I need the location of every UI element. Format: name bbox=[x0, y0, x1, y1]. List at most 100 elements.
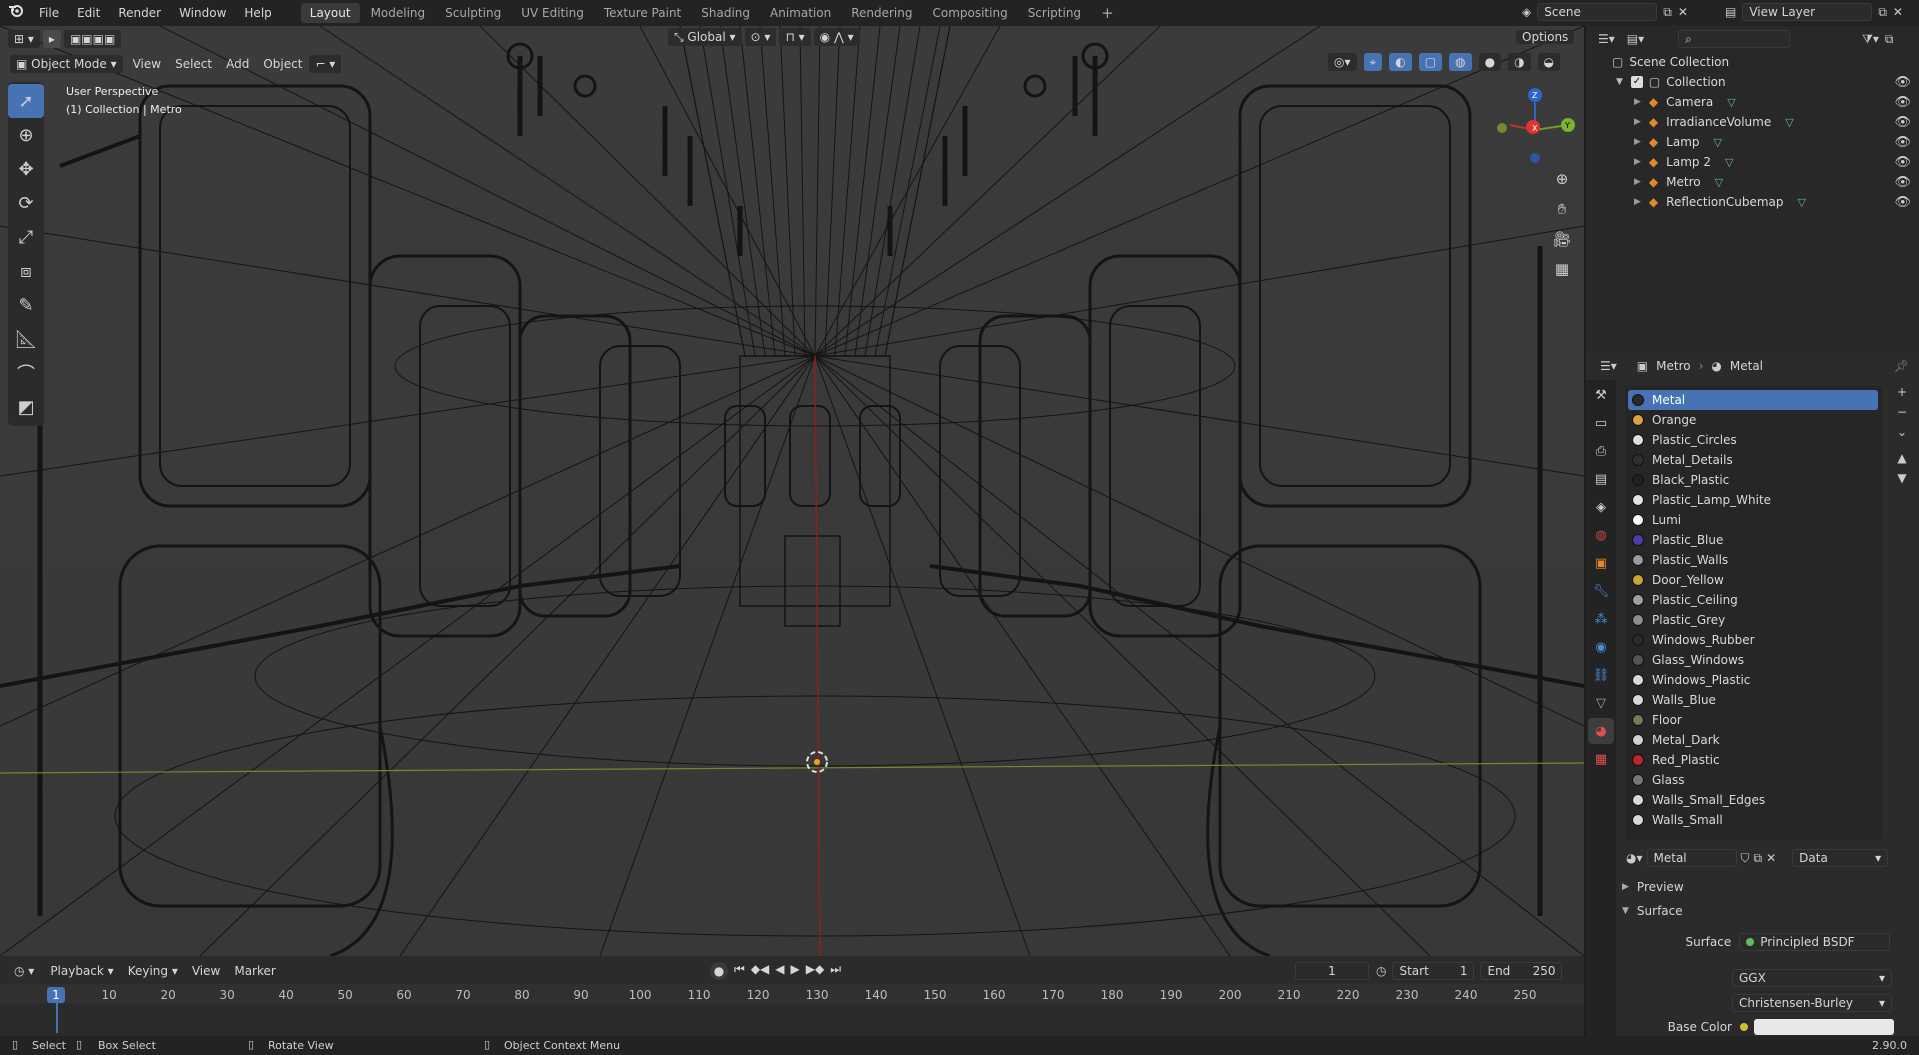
browse-material-icon[interactable]: ◕▾ bbox=[1626, 851, 1643, 865]
material-slot[interactable]: Black_Plastic bbox=[1628, 470, 1878, 490]
camera-view-icon[interactable]: 🎥︎ bbox=[1550, 230, 1574, 260]
3d-viewport[interactable] bbox=[0, 26, 1584, 956]
move-tool[interactable]: ✥ bbox=[8, 152, 44, 186]
transform-orientation-dropdown[interactable]: ⤡ Global ▾ bbox=[668, 28, 742, 46]
material-slot[interactable]: Plastic_Circles bbox=[1628, 430, 1878, 450]
wireframe-shading-icon[interactable]: ◍ bbox=[1449, 53, 1472, 71]
xray-toggle-icon[interactable]: ▢ bbox=[1418, 53, 1443, 71]
gpencil-icon[interactable]: ⌐ ▾ bbox=[309, 55, 342, 73]
menu-help[interactable]: Help bbox=[235, 0, 280, 26]
material-slot[interactable]: Glass_Windows bbox=[1628, 650, 1878, 670]
material-slot[interactable]: Walls_Small_Edges bbox=[1628, 790, 1878, 810]
annotate-tool[interactable]: ✎ bbox=[8, 288, 44, 322]
outliner-collection[interactable]: ▼ ✓ ▢ Collection 👁︎ bbox=[1586, 72, 1919, 92]
add-cube-tool[interactable]: ⌒ bbox=[8, 356, 44, 390]
material-tab-icon[interactable]: ◕ bbox=[1588, 718, 1614, 744]
timeline-menu-keying[interactable]: Keying ▾ bbox=[121, 962, 185, 980]
modifier-tab-icon[interactable]: 🔧︎ bbox=[1588, 578, 1614, 604]
tab-sculpting[interactable]: Sculpting bbox=[436, 3, 510, 23]
jump-end-icon[interactable]: ⏭︎ bbox=[830, 962, 841, 980]
view-layer-field[interactable]: View Layer bbox=[1742, 3, 1873, 21]
expand-icon[interactable]: ▶ bbox=[1634, 117, 1641, 127]
subsurface-method-dropdown[interactable]: Christensen-Burley ▾ bbox=[1732, 994, 1892, 1012]
start-frame-field[interactable]: Start 1 bbox=[1392, 962, 1475, 980]
expand-icon[interactable]: ▶ bbox=[1634, 197, 1641, 207]
visibility-eye-icon[interactable]: 👁︎ bbox=[1894, 135, 1911, 150]
material-slot[interactable]: Metal_Dark bbox=[1628, 730, 1878, 750]
tab-modeling[interactable]: Modeling bbox=[362, 3, 435, 23]
tab-uv-editing[interactable]: UV Editing bbox=[512, 3, 593, 23]
tab-texture-paint[interactable]: Texture Paint bbox=[595, 3, 690, 23]
remove-slot-icon[interactable]: − bbox=[1892, 405, 1912, 425]
select-box-tool[interactable]: ➚ bbox=[8, 84, 44, 118]
record-icon[interactable]: ● bbox=[710, 962, 728, 980]
overlay-toggle-icon[interactable]: ◐ bbox=[1389, 53, 1412, 71]
tab-layout[interactable]: Layout bbox=[300, 3, 360, 23]
base-color-swatch[interactable] bbox=[1754, 1019, 1894, 1035]
proportional-edit-icon[interactable]: ◉ ⋀ ▾ bbox=[813, 28, 860, 46]
data-tab-icon[interactable]: ▽ bbox=[1588, 690, 1614, 716]
tab-shading[interactable]: Shading bbox=[692, 3, 759, 23]
material-slot[interactable]: Plastic_Blue bbox=[1628, 530, 1878, 550]
material-slot[interactable]: Orange bbox=[1628, 410, 1878, 430]
outliner-search-input[interactable]: ⌕ bbox=[1678, 30, 1791, 48]
surface-panel-header[interactable]: ▼ Surface bbox=[1622, 904, 1912, 918]
object-mode-dropdown[interactable]: ▣ Object Mode ▾ bbox=[10, 55, 123, 73]
material-slot[interactable]: Door_Yellow bbox=[1628, 570, 1878, 590]
solid-shading-icon[interactable]: ● bbox=[1478, 53, 1502, 71]
unlink-material-icon[interactable]: ✕ bbox=[1766, 851, 1776, 865]
material-slot[interactable]: Plastic_Grey bbox=[1628, 610, 1878, 630]
outliner-item[interactable]: ▶ ◆ Lamp 2 ▽ 👁︎ bbox=[1586, 152, 1919, 172]
material-slot[interactable]: Floor bbox=[1628, 710, 1878, 730]
breadcrumb-object[interactable]: Metro bbox=[1656, 359, 1690, 373]
material-slot[interactable]: Metal_Details bbox=[1628, 450, 1878, 470]
rotate-tool[interactable]: ⟳ bbox=[8, 186, 44, 220]
add-plane-tool[interactable]: ◩ bbox=[8, 390, 44, 424]
viewport-menu-object[interactable]: Object bbox=[256, 55, 309, 73]
move-slot-down-icon[interactable]: ▼ bbox=[1892, 471, 1912, 491]
preview-panel-header[interactable]: ▶ Preview bbox=[1622, 880, 1912, 894]
selection-mode-icons[interactable]: ▣▣▣▣ bbox=[63, 30, 122, 48]
measure-tool[interactable]: 📐︎ bbox=[8, 322, 44, 356]
outliner-item[interactable]: ▶ ◆ IrradianceVolume ▽ 👁︎ bbox=[1586, 112, 1919, 132]
material-name-field[interactable]: Metal bbox=[1646, 849, 1737, 867]
breadcrumb-material[interactable]: Metal bbox=[1730, 359, 1763, 373]
particles-tab-icon[interactable]: ⁂ bbox=[1588, 606, 1614, 632]
outliner-item[interactable]: ▶ ◆ Camera ▽ 👁︎ bbox=[1586, 92, 1919, 112]
timeline-menu-marker[interactable]: Marker bbox=[227, 962, 282, 980]
add-workspace-icon[interactable]: + bbox=[1092, 3, 1123, 23]
scale-tool[interactable]: ⤢ bbox=[8, 220, 44, 254]
current-frame-field[interactable]: 1 bbox=[1295, 962, 1369, 980]
visibility-eye-icon[interactable]: 👁︎ bbox=[1894, 175, 1911, 190]
scene-tab-icon[interactable]: ◈ bbox=[1588, 494, 1614, 520]
viewport-menu-add[interactable]: Add bbox=[219, 55, 256, 73]
distribution-dropdown[interactable]: GGX ▾ bbox=[1732, 969, 1892, 987]
world-tab-icon[interactable]: ◍ bbox=[1588, 522, 1614, 548]
surface-shader-field[interactable]: Principled BSDF bbox=[1739, 933, 1890, 951]
outliner-item[interactable]: ▶ ◆ Metro ▽ 👁︎ bbox=[1586, 172, 1919, 192]
end-frame-field[interactable]: End 250 bbox=[1480, 962, 1563, 980]
object-tab-icon[interactable]: ▣ bbox=[1588, 550, 1614, 576]
blender-logo-icon[interactable] bbox=[0, 0, 30, 26]
tool-tab-icon[interactable]: ⚒ bbox=[1588, 382, 1614, 408]
menu-render[interactable]: Render bbox=[109, 0, 170, 26]
constraints-tab-icon[interactable]: ⛓︎ bbox=[1588, 662, 1614, 688]
scene-name-field[interactable]: Scene bbox=[1537, 3, 1658, 21]
filter-icon[interactable]: ⧩▾ bbox=[1862, 32, 1879, 47]
new-collection-icon[interactable]: ⧉ bbox=[1885, 32, 1894, 47]
move-slot-up-icon[interactable]: ▲ bbox=[1892, 451, 1912, 471]
tab-rendering[interactable]: Rendering bbox=[842, 3, 921, 23]
texture-tab-icon[interactable]: ▦ bbox=[1588, 746, 1614, 772]
timeline-editor-type-button[interactable]: ◷ ▾ bbox=[8, 962, 41, 980]
viewport-menu-view[interactable]: View bbox=[126, 55, 168, 73]
select-tool-icon[interactable]: ▸ bbox=[42, 30, 61, 48]
visibility-icon[interactable]: ◎▾ bbox=[1328, 53, 1357, 71]
output-tab-icon[interactable]: ⎙ bbox=[1588, 438, 1614, 464]
properties-editor-type-icon[interactable]: ☰▾ bbox=[1600, 359, 1617, 373]
material-slot[interactable]: Plastic_Lamp_White bbox=[1628, 490, 1878, 510]
jump-start-icon[interactable]: ⏮︎ bbox=[734, 962, 745, 980]
menu-file[interactable]: File bbox=[30, 0, 68, 26]
link-data-dropdown[interactable]: Data ▾ bbox=[1792, 849, 1889, 867]
editor-type-button[interactable]: ⊞ ▾ bbox=[8, 30, 40, 48]
checkbox-icon[interactable]: ✓ bbox=[1630, 76, 1643, 88]
